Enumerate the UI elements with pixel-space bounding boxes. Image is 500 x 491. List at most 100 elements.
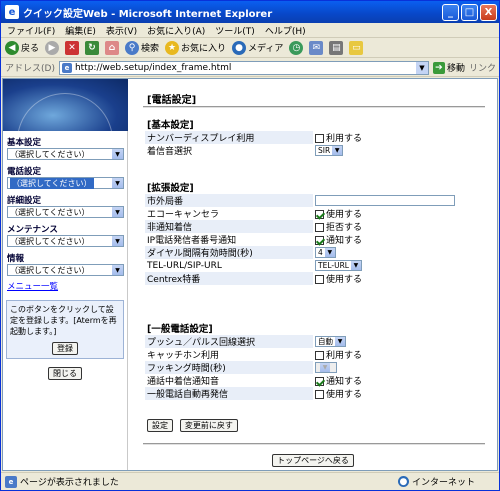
nav-select-maintenance[interactable]: （選択してください） ▼ <box>7 235 124 247</box>
row-label: 通話中着信通知音 <box>145 374 313 387</box>
nav-section-basic: 基本設定 （選択してください） ▼ <box>3 131 127 160</box>
menu-help[interactable]: ヘルプ(H) <box>265 24 306 37</box>
left-frame: 基本設定 （選択してください） ▼ 電話設定 （選択してください） ▼ 詳細設定… <box>3 79 128 470</box>
nav-label-basic: 基本設定 <box>7 138 42 148</box>
top-nav: トップページへ戻る <box>129 454 497 467</box>
print-icon: ▤ <box>329 40 344 55</box>
incall-notify-field[interactable]: 通知する <box>313 374 461 387</box>
row-label: 市外局番 <box>145 194 313 207</box>
forward-button[interactable]: ▶ <box>45 40 60 55</box>
refresh-button[interactable]: ↻ <box>85 40 100 55</box>
menu-bar: ファイル(F) 編集(E) 表示(V) お気に入り(A) ツール(T) ヘルプ(… <box>1 23 499 38</box>
back-button[interactable]: ◀ 戻る <box>5 40 39 55</box>
history-button[interactable]: ◷ <box>289 40 304 55</box>
close-window-button[interactable]: X <box>480 3 497 21</box>
forward-arrow-icon: ▶ <box>45 40 60 55</box>
nav-section-maintenance: メンテナンス （選択してください） ▼ <box>3 218 127 247</box>
caller-id-field[interactable]: 通知する <box>313 233 461 246</box>
divider <box>143 443 485 445</box>
table-row: Centrex特番 使用する <box>145 272 461 285</box>
anonymous-reject-field[interactable]: 拒否する <box>313 220 461 233</box>
mail-button[interactable]: ✉ <box>309 40 324 55</box>
checkbox[interactable] <box>315 275 324 284</box>
divider <box>143 106 485 108</box>
print-button[interactable]: ▤ <box>329 40 344 55</box>
echo-cancel-field[interactable]: 使用する <box>313 207 461 220</box>
checkbox[interactable] <box>315 223 324 232</box>
auto-redial-field[interactable]: 使用する <box>313 387 461 400</box>
nav-select-phone[interactable]: （選択してください） ▼ <box>7 177 124 189</box>
messenger-button[interactable]: ▭ <box>349 40 364 55</box>
nav-label-info: 情報 <box>7 254 25 264</box>
set-button[interactable]: 設定 <box>147 419 173 432</box>
favorites-button[interactable]: ★ お気に入り <box>165 40 226 55</box>
menu-edit[interactable]: 編集(E) <box>65 24 96 37</box>
nav-section-advanced: 詳細設定 （選択してください） ▼ <box>3 189 127 218</box>
window-title: クイック設定Web - Microsoft Internet Explorer <box>23 8 273 20</box>
address-input[interactable]: e http://web.setup/index_frame.html ▼ <box>58 60 429 75</box>
checkbox[interactable] <box>315 377 324 386</box>
aterm-logo <box>3 79 128 131</box>
push-pulse-select[interactable]: 自動 ▼ <box>315 336 346 347</box>
checkbox[interactable] <box>315 134 324 143</box>
basic-settings-table: ナンバーディスプレイ利用 利用する 着信音選択 SIR ▼ <box>145 131 461 157</box>
url-type-select[interactable]: TEL-URL ▼ <box>315 260 362 271</box>
dial-interval-select[interactable]: 4 ▼ <box>315 247 336 258</box>
close-frame-button[interactable]: 閉じる <box>48 367 82 380</box>
table-row: 非通知着信 拒否する <box>145 220 461 233</box>
centrex-field[interactable]: 使用する <box>313 272 461 285</box>
nav-select-info[interactable]: （選択してください） ▼ <box>7 264 124 276</box>
go-button[interactable]: ➔ 移動 <box>432 61 465 74</box>
revert-button[interactable]: 変更前に戻す <box>179 419 238 432</box>
chevron-down-icon[interactable]: ▼ <box>415 61 428 74</box>
ringtone-select[interactable]: SIR ▼ <box>315 145 344 156</box>
register-button[interactable]: 登録 <box>52 342 78 355</box>
row-label: ナンバーディスプレイ利用 <box>145 131 313 144</box>
search-icon: ⚲ <box>125 40 140 55</box>
home-button[interactable]: ⌂ <box>105 40 120 55</box>
form-buttons: 設定 変更前に戻す <box>147 419 238 432</box>
menu-tools[interactable]: ツール(T) <box>215 24 255 37</box>
chevron-down-icon: ▼ <box>335 337 345 346</box>
nav-select-basic[interactable]: （選択してください） ▼ <box>7 148 124 160</box>
area-code-input[interactable] <box>315 195 455 206</box>
hooking-time-select[interactable]: ▼ <box>315 362 337 373</box>
chevron-down-icon: ▼ <box>320 363 330 372</box>
page-content: 基本設定 （選択してください） ▼ 電話設定 （選択してください） ▼ 詳細設定… <box>2 78 498 471</box>
zone-indicator: ● インターネット <box>397 475 475 488</box>
nav-select-advanced[interactable]: （選択してください） ▼ <box>7 206 124 218</box>
table-row: キャッチホン利用 利用する <box>145 348 461 361</box>
menu-view[interactable]: 表示(V) <box>106 24 137 37</box>
register-box: このボタンをクリックして設定を登録します。[Atermを再起動します。] 登録 <box>6 300 124 359</box>
media-button[interactable]: ● メディア <box>232 40 283 55</box>
stop-icon: ✕ <box>65 40 80 55</box>
number-display-field[interactable]: 利用する <box>313 131 461 144</box>
checkbox[interactable] <box>315 236 324 245</box>
stop-button[interactable]: ✕ <box>65 40 80 55</box>
go-label: 移動 <box>446 64 465 74</box>
menu-favorites[interactable]: お気に入り(A) <box>147 24 205 37</box>
top-page-button[interactable]: トップページへ戻る <box>272 454 354 467</box>
status-bar: e ページが表示されました ● インターネット <box>1 472 499 490</box>
register-note: このボタンをクリックして設定を登録します。[Atermを再起動します。] <box>10 305 117 336</box>
links-label[interactable]: リンク <box>469 61 496 74</box>
table-row: ナンバーディスプレイ利用 利用する <box>145 131 461 144</box>
table-row: TEL-URL/SIP-URL TEL-URL ▼ <box>145 259 461 272</box>
maximize-button[interactable]: □ <box>461 3 478 21</box>
media-icon: ● <box>232 40 247 55</box>
call-waiting-field[interactable]: 利用する <box>313 348 461 361</box>
search-button[interactable]: ⚲ 検索 <box>125 40 159 55</box>
back-arrow-icon: ◀ <box>5 40 19 55</box>
minimize-button[interactable]: _ <box>442 3 459 21</box>
checkbox[interactable] <box>315 390 324 399</box>
ie-icon: e <box>5 5 19 19</box>
address-bar: アドレス(D) e http://web.setup/index_frame.h… <box>1 59 499 77</box>
checkbox[interactable] <box>315 351 324 360</box>
menu-file[interactable]: ファイル(F) <box>7 24 55 37</box>
row-label: 一般電話自動再発信 <box>145 387 313 400</box>
checkbox[interactable] <box>315 210 324 219</box>
menu-list-link[interactable]: メニュー一覧 <box>7 280 127 292</box>
nav-section-phone: 電話設定 （選択してください） ▼ <box>3 160 127 189</box>
page-icon: e <box>61 62 72 73</box>
mail-icon: ✉ <box>309 40 324 55</box>
